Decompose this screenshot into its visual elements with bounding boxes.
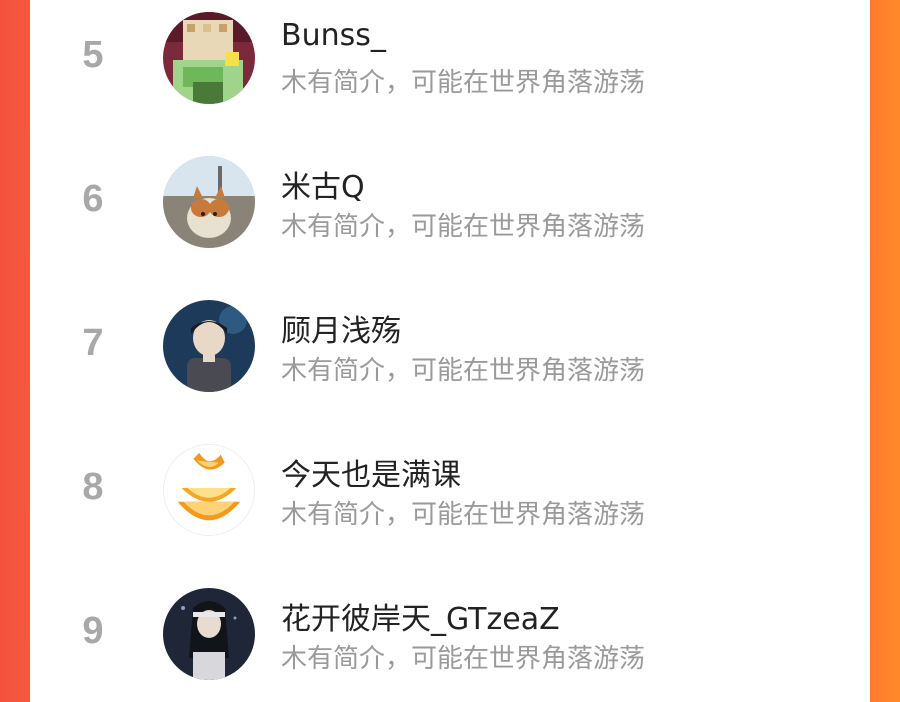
user-bio: 木有简介，可能在世界角落游荡: [281, 500, 646, 530]
rank-number: 5: [82, 34, 104, 76]
avatar[interactable]: [163, 444, 255, 536]
anime-girl-avatar-icon: [163, 588, 255, 680]
orange-avatar-icon: [164, 445, 254, 535]
avatar[interactable]: [163, 156, 255, 248]
rank-number: 9: [82, 610, 104, 652]
user-name[interactable]: 花开彼岸天_GTzeaZ: [281, 594, 560, 638]
rank-number: 7: [82, 322, 104, 364]
ranking-panel: 5 Bunss_ 木有简介，可能在世界角落游荡 6 米古Q 木有简介，可能在世界…: [30, 0, 870, 702]
anime-boy-avatar-icon: [163, 300, 255, 392]
user-name[interactable]: Bunss_: [281, 18, 386, 53]
list-item[interactable]: 6 米古Q 木有简介，可能在世界角落游荡: [30, 154, 870, 264]
cat-avatar-icon: [163, 156, 255, 248]
user-bio: 木有简介，可能在世界角落游荡: [281, 212, 646, 242]
list-item[interactable]: 9 花开彼岸天_GTzeaZ 木有简介，可能在世界角落游荡: [30, 586, 870, 696]
user-bio: 木有简介，可能在世界角落游荡: [281, 644, 646, 674]
avatar[interactable]: [163, 12, 255, 104]
minecraft-avatar-icon: [163, 12, 255, 104]
rank-number: 8: [82, 466, 104, 508]
list-item[interactable]: 8 今天也是满课 木有简介，可能在世界角落游荡: [30, 442, 870, 552]
user-bio: 木有简介，可能在世界角落游荡: [281, 356, 646, 386]
rank-number: 6: [82, 178, 104, 220]
user-name[interactable]: 米古Q: [281, 162, 365, 206]
avatar[interactable]: [163, 300, 255, 392]
list-item[interactable]: 5 Bunss_ 木有简介，可能在世界角落游荡: [30, 10, 870, 120]
list-item[interactable]: 7 顾月浅殇 木有简介，可能在世界角落游荡: [30, 298, 870, 408]
user-bio: 木有简介，可能在世界角落游荡: [281, 68, 646, 98]
user-name[interactable]: 今天也是满课: [281, 450, 461, 494]
avatar[interactable]: [163, 588, 255, 680]
user-name[interactable]: 顾月浅殇: [281, 306, 401, 350]
